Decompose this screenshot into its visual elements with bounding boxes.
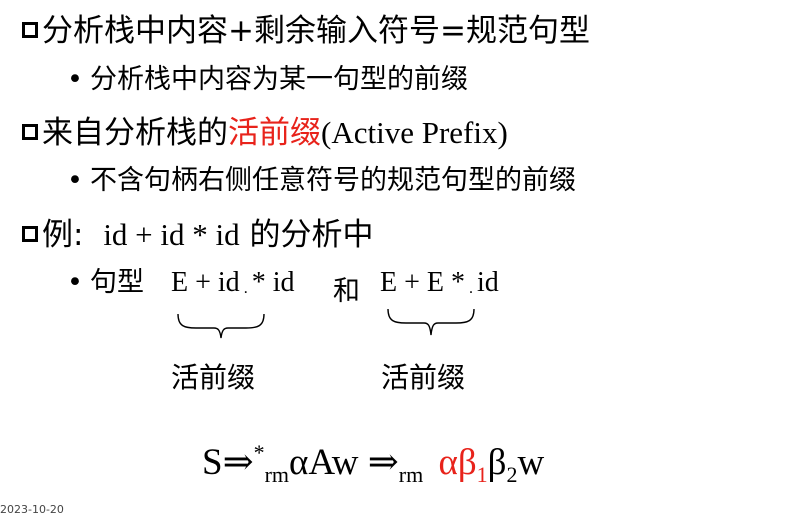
sub-bullet-1-text: 分析栈中内容为某一句型的前缀 bbox=[90, 64, 468, 95]
bullet-line-2: 来自分析栈的活前缀(Active Prefix) bbox=[22, 117, 508, 149]
square-bullet-icon bbox=[22, 21, 38, 38]
formula-sub-2: 2 bbox=[506, 462, 518, 487]
formula-start-symbol: S bbox=[202, 442, 223, 483]
example-suffix: 的分析中 bbox=[239, 217, 374, 253]
formula-beta-2: β bbox=[487, 442, 507, 483]
dot-bullet-icon: • bbox=[67, 165, 83, 196]
sub-bullet-1: • 分析栈中内容为某一句型的前缀 bbox=[66, 66, 468, 93]
derivation-formula: S⇒*rmαAw ⇒rm αβ1β2w bbox=[202, 440, 544, 488]
formula-alpha-A-w: αAw bbox=[289, 442, 368, 483]
underbrace-1 bbox=[177, 313, 265, 339]
formula-star: * bbox=[253, 440, 265, 465]
footer-date: 2023-10-20 bbox=[0, 503, 64, 516]
bullet-line-2-prefix: 来自分析栈的 bbox=[42, 115, 228, 151]
sentential-form-1-dot: . bbox=[243, 280, 248, 297]
active-prefix-term: 活前缀 bbox=[228, 115, 321, 151]
conjunction: 和 bbox=[333, 276, 360, 307]
bullet-line-1-text: 分析栈中内容+剩余输入符号=规范句型 bbox=[42, 13, 590, 49]
sentential-form-1: E + id. * id bbox=[171, 267, 294, 299]
sub-bullet-2-text: 不含句柄右侧任意符号的规范句型的前缀 bbox=[90, 165, 576, 196]
square-bullet-icon bbox=[22, 225, 38, 242]
sentential-form-2-rest: id bbox=[477, 267, 499, 298]
example-label: 例: bbox=[42, 217, 84, 253]
underbrace-2 bbox=[387, 308, 475, 336]
formula-arrow-1: ⇒ bbox=[222, 442, 254, 483]
dot-bullet-icon: • bbox=[67, 267, 83, 298]
sentential-form-1-rest: * id bbox=[251, 267, 295, 298]
formula-alpha-beta: αβ bbox=[438, 442, 477, 483]
brace-label-1: 活前缀 bbox=[171, 361, 256, 394]
sentential-form-label: 句型 bbox=[90, 267, 144, 298]
sentential-form-2: E + E *. id bbox=[380, 267, 499, 299]
bullet-line-3: 例: id + id * id 的分析中 bbox=[22, 219, 374, 251]
sentential-form-1-prefix: E + id bbox=[171, 267, 240, 298]
sub-bullet-2: • 不含句柄右侧任意符号的规范句型的前缀 bbox=[66, 167, 576, 194]
sub-bullet-3: • 句型 bbox=[66, 269, 144, 296]
formula-sub-1: 1 bbox=[476, 462, 488, 487]
formula-w: w bbox=[517, 442, 545, 483]
brace-label-2: 活前缀 bbox=[381, 361, 466, 394]
dot-bullet-icon: • bbox=[67, 64, 83, 95]
formula-rm-1: rm bbox=[264, 462, 290, 487]
active-prefix-english: (Active Prefix) bbox=[321, 115, 508, 150]
sentential-form-2-dot: . bbox=[469, 280, 473, 297]
bullet-line-1: 分析栈中内容+剩余输入符号=规范句型 bbox=[22, 16, 590, 47]
formula-rm-2: rm bbox=[398, 462, 424, 487]
square-bullet-icon bbox=[22, 123, 38, 140]
sentential-form-2-prefix: E + E * bbox=[380, 267, 465, 298]
example-expression: id + id * id bbox=[103, 217, 240, 252]
formula-arrow-2: ⇒ bbox=[367, 442, 399, 483]
